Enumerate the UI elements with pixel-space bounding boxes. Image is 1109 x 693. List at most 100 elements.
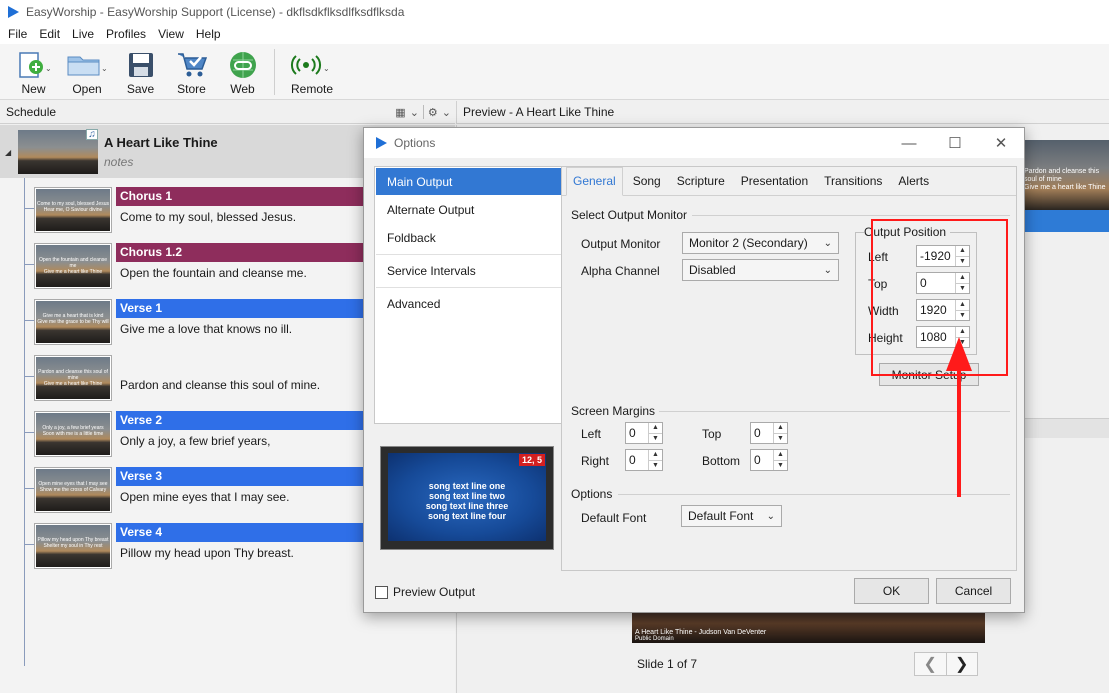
menu-file[interactable]: File bbox=[2, 27, 33, 41]
menu-edit[interactable]: Edit bbox=[33, 27, 66, 41]
tab-song[interactable]: Song bbox=[627, 168, 667, 195]
globe-link-icon bbox=[229, 52, 256, 78]
open-button[interactable]: ⌄ Open bbox=[59, 44, 115, 100]
margin-bottom-value: 0 bbox=[754, 453, 761, 467]
margin-left-label: Left bbox=[581, 427, 602, 441]
checkbox-icon[interactable] bbox=[375, 585, 388, 599]
arrow-up-icon[interactable]: ▲ bbox=[649, 450, 662, 460]
preview-copyright: Public Domain bbox=[635, 636, 674, 642]
preview-slide-strip[interactable]: Pardon and cleanse this soul of mine Giv… bbox=[1022, 140, 1109, 234]
alpha-channel-select[interactable]: Disabled ⌄ bbox=[682, 259, 839, 281]
margin-bottom-stepper[interactable]: 0 ▲ ▼ bbox=[750, 449, 788, 471]
close-button[interactable]: ✕ bbox=[978, 134, 1024, 152]
previous-slide-button[interactable]: ❮ bbox=[915, 653, 946, 675]
monitor-text-line: song text line four bbox=[427, 511, 506, 521]
gear-icon[interactable]: ⚙ bbox=[428, 106, 438, 119]
tab-presentation[interactable]: Presentation bbox=[735, 168, 814, 195]
preview-selection-bar bbox=[1022, 210, 1109, 232]
thumb-text: Open mine eyes that I may see Show me th… bbox=[38, 481, 108, 493]
chevron-down-icon[interactable]: ⌄ bbox=[442, 106, 451, 119]
shopping-cart-icon bbox=[177, 53, 207, 77]
svg-text:⌄: ⌄ bbox=[101, 64, 108, 73]
tab-general[interactable]: General bbox=[566, 167, 623, 196]
margin-bottom-label: Bottom bbox=[702, 454, 741, 468]
arrow-up-icon[interactable]: ▲ bbox=[774, 450, 787, 460]
output-monitor-value: Monitor 2 (Secondary) bbox=[689, 236, 808, 250]
margin-top-stepper[interactable]: 0 ▲ ▼ bbox=[750, 422, 788, 444]
new-label: New bbox=[21, 82, 46, 96]
collapse-triangle-icon[interactable]: ◢ bbox=[5, 148, 11, 157]
preview-output-checkbox[interactable]: Preview Output bbox=[375, 585, 475, 599]
arrow-up-icon[interactable]: ▲ bbox=[774, 423, 787, 433]
chevron-right-icon: ❯ bbox=[955, 656, 969, 673]
slide-lyric: Open mine eyes that I may see. bbox=[120, 490, 290, 504]
nav-main-output[interactable]: Main Output bbox=[376, 168, 562, 195]
slide-lyric: Come to my soul, blessed Jesus. bbox=[120, 210, 297, 224]
minimize-button[interactable]: — bbox=[886, 135, 932, 152]
menu-profiles[interactable]: Profiles bbox=[100, 27, 152, 41]
arrow-down-icon[interactable]: ▼ bbox=[649, 459, 662, 471]
preview-strip-text: Pardon and cleanse this soul of mine Giv… bbox=[1024, 168, 1106, 191]
menu-help[interactable]: Help bbox=[190, 27, 227, 41]
preview-output-label: Preview Output bbox=[393, 585, 476, 599]
song-notes: notes bbox=[104, 155, 134, 169]
output-monitor-select[interactable]: Monitor 2 (Secondary) ⌄ bbox=[682, 232, 839, 254]
monitor-text-line: song text line three bbox=[425, 501, 509, 511]
remote-button[interactable]: ⌄ Remote bbox=[281, 44, 343, 100]
preview-song-credit: A Heart Like Thine - Judson Van DeVenter bbox=[635, 629, 767, 636]
slide-lyric: Pillow my head upon Thy breast. bbox=[120, 546, 294, 560]
arrow-up-icon[interactable]: ▲ bbox=[649, 423, 662, 433]
store-button[interactable]: Store bbox=[166, 44, 217, 100]
thumb-text: Open the fountain and cleanse me Give me… bbox=[38, 257, 108, 275]
easyworship-logo-icon bbox=[8, 6, 19, 18]
annotation-arrow-icon bbox=[946, 337, 972, 497]
nav-service-intervals[interactable]: Service Intervals bbox=[376, 257, 562, 284]
margin-right-stepper[interactable]: 0 ▲ ▼ bbox=[625, 449, 663, 471]
tab-transitions[interactable]: Transitions bbox=[818, 168, 888, 195]
save-disk-icon bbox=[128, 53, 153, 77]
window-title: EasyWorship - EasyWorship Support (Licen… bbox=[26, 5, 405, 19]
web-label: Web bbox=[230, 82, 255, 96]
thumb-text: Pillow my head upon Thy breast Shelter m… bbox=[37, 537, 109, 549]
margin-right-value: 0 bbox=[629, 453, 636, 467]
maximize-button[interactable]: ☐ bbox=[932, 134, 978, 152]
chevron-down-icon[interactable]: ⌄ bbox=[410, 106, 419, 119]
store-label: Store bbox=[177, 82, 206, 96]
save-button[interactable]: Save bbox=[115, 44, 166, 100]
web-button[interactable]: Web bbox=[217, 44, 268, 100]
slide-thumbnail: Give me a heart that is kind Give me the… bbox=[34, 299, 112, 345]
group-options: Options bbox=[571, 487, 617, 501]
menu-view[interactable]: View bbox=[152, 27, 190, 41]
new-button[interactable]: ⌄ New bbox=[8, 44, 59, 100]
music-note-icon: ♫ bbox=[86, 129, 98, 140]
remote-broadcast-icon: ⌄ bbox=[290, 55, 330, 75]
tab-scripture[interactable]: Scripture bbox=[671, 168, 731, 195]
preview-divider bbox=[1022, 418, 1109, 438]
ok-button[interactable]: OK bbox=[854, 578, 929, 604]
cancel-button[interactable]: Cancel bbox=[936, 578, 1011, 604]
arrow-down-icon[interactable]: ▼ bbox=[774, 432, 787, 444]
arrow-down-icon[interactable]: ▼ bbox=[649, 432, 662, 444]
nav-advanced[interactable]: Advanced bbox=[376, 290, 562, 317]
nav-foldback[interactable]: Foldback bbox=[376, 224, 562, 251]
nav-alternate-output[interactable]: Alternate Output bbox=[376, 196, 562, 223]
monitor-badge: 12, 5 bbox=[518, 454, 545, 466]
tab-alerts[interactable]: Alerts bbox=[892, 168, 935, 195]
thumb-text: Come to my soul, blessed Jesus Hear me, … bbox=[37, 201, 109, 213]
menu-bar: File Edit Live Profiles View Help bbox=[0, 24, 1109, 44]
margin-left-stepper[interactable]: 0 ▲ ▼ bbox=[625, 422, 663, 444]
default-font-value: Default Font bbox=[688, 509, 754, 523]
menu-live[interactable]: Live bbox=[66, 27, 100, 41]
view-grid-icon[interactable]: ▦ bbox=[395, 106, 405, 119]
svg-text:⌄: ⌄ bbox=[323, 64, 330, 73]
group-screen-margins: Screen Margins bbox=[571, 404, 660, 418]
next-slide-button[interactable]: ❯ bbox=[945, 653, 978, 675]
chevron-down-icon: ⌄ bbox=[823, 264, 832, 276]
thumb-text: Only a joy, a few brief years Soon with … bbox=[42, 425, 104, 437]
svg-text:⌄: ⌄ bbox=[45, 64, 52, 73]
arrow-down-icon[interactable]: ▼ bbox=[774, 459, 787, 471]
default-font-button[interactable]: Default Font ⌄ bbox=[681, 505, 782, 527]
monitor-text-line: song text line one bbox=[428, 481, 506, 491]
options-nav: Main Output Alternate Output Foldback Se… bbox=[374, 166, 562, 424]
divider bbox=[422, 105, 424, 119]
